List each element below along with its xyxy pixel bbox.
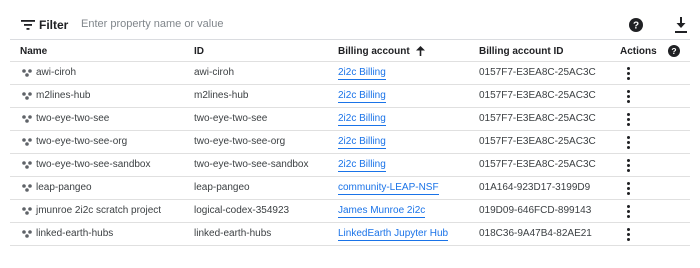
project-icon xyxy=(22,115,32,123)
column-header-id[interactable]: ID xyxy=(194,46,204,57)
billing-account-id: 018C36-9A47B4-82AE21 xyxy=(479,228,592,239)
filter-label: Filter xyxy=(39,18,69,32)
column-header-billing-account-label: Billing account xyxy=(338,46,410,57)
billing-account-link[interactable]: community-LEAP-NSF xyxy=(338,182,439,195)
project-icon xyxy=(22,138,32,146)
project-icon xyxy=(22,207,32,215)
billing-account-link[interactable]: 2i2c Billing xyxy=(338,90,386,103)
project-id: two-eye-two-see xyxy=(194,113,268,124)
table-row[interactable]: two-eye-two-see-sandbox two-eye-two-see-… xyxy=(10,154,690,177)
project-icon xyxy=(22,92,32,100)
billing-account-id: 0157F7-E3EA8C-25AC3C xyxy=(479,90,596,101)
billing-account-link[interactable]: 2i2c Billing xyxy=(338,159,386,172)
project-name: leap-pangeo xyxy=(36,182,92,193)
project-name: linked-earth-hubs xyxy=(36,228,114,239)
billing-account-link[interactable]: LinkedEarth Jupyter Hub xyxy=(338,228,449,241)
project-id: two-eye-two-see-sandbox xyxy=(194,159,309,170)
billing-account-id: 0157F7-E3EA8C-25AC3C xyxy=(479,113,596,124)
filter-icon[interactable] xyxy=(21,20,35,30)
project-name: two-eye-two-see-sandbox xyxy=(36,159,151,170)
billing-account-link[interactable]: 2i2c Billing xyxy=(338,136,386,149)
project-name: two-eye-two-see xyxy=(36,113,110,124)
table-row[interactable]: two-eye-two-see two-eye-two-see 2i2c Bil… xyxy=(10,108,690,131)
billing-account-id: 019D09-646FCD-899143 xyxy=(479,205,592,216)
more-vert-icon[interactable] xyxy=(627,90,631,103)
table-row[interactable]: linked-earth-hubs linked-earth-hubs Link… xyxy=(10,223,690,246)
column-header-name[interactable]: Name xyxy=(20,46,47,57)
arrow-up-icon[interactable] xyxy=(415,46,425,57)
project-icon xyxy=(22,161,32,169)
billing-account-link[interactable]: 2i2c Billing xyxy=(338,113,386,126)
project-icon xyxy=(22,230,32,238)
project-id: logical-codex-354923 xyxy=(194,205,290,216)
billing-account-id: 01A164-923D17-3199D9 xyxy=(479,182,591,193)
project-name: m2lines-hub xyxy=(36,90,91,101)
billing-account-link[interactable]: 2i2c Billing xyxy=(338,67,386,80)
project-id: linked-earth-hubs xyxy=(194,228,272,239)
more-vert-icon[interactable] xyxy=(627,159,631,172)
project-name: awi-ciroh xyxy=(36,67,77,78)
billing-account-id: 0157F7-E3EA8C-25AC3C xyxy=(479,67,596,78)
filter-bar: Filter ? xyxy=(10,10,690,40)
svg-text:?: ? xyxy=(633,21,639,32)
project-name: jmunroe 2i2c scratch project xyxy=(36,205,162,216)
download-icon[interactable] xyxy=(674,17,688,33)
projects-panel: Filter ? Name ID Billing account Billing… xyxy=(0,0,700,268)
help-icon[interactable]: ? xyxy=(629,18,643,32)
more-vert-icon[interactable] xyxy=(627,136,631,149)
table-row[interactable]: two-eye-two-see-org two-eye-two-see-org … xyxy=(10,131,690,154)
help-icon[interactable]: ? xyxy=(668,45,680,57)
project-id: m2lines-hub xyxy=(194,90,249,101)
filter-input[interactable] xyxy=(81,16,501,32)
column-header-actions: Actions xyxy=(620,46,657,57)
billing-account-id: 0157F7-E3EA8C-25AC3C xyxy=(479,136,596,147)
billing-account-id: 0157F7-E3EA8C-25AC3C xyxy=(479,159,596,170)
table-row[interactable]: awi-ciroh awi-ciroh 2i2c Billing 0157F7-… xyxy=(10,62,690,85)
column-header-billing-account-id[interactable]: Billing account ID xyxy=(479,46,563,57)
table-row[interactable]: jmunroe 2i2c scratch project logical-cod… xyxy=(10,200,690,223)
table-row[interactable]: m2lines-hub m2lines-hub 2i2c Billing 015… xyxy=(10,85,690,108)
column-header-billing-account[interactable]: Billing account xyxy=(338,46,425,57)
more-vert-icon[interactable] xyxy=(627,113,631,126)
project-id: leap-pangeo xyxy=(194,182,250,193)
project-name: two-eye-two-see-org xyxy=(36,136,128,147)
more-vert-icon[interactable] xyxy=(627,205,631,218)
project-id: awi-ciroh xyxy=(194,67,235,78)
more-vert-icon[interactable] xyxy=(627,228,631,241)
project-icon xyxy=(22,69,32,77)
billing-account-link[interactable]: James Munroe 2i2c xyxy=(338,205,426,218)
more-vert-icon[interactable] xyxy=(627,67,631,80)
project-icon xyxy=(22,184,32,192)
svg-text:?: ? xyxy=(671,46,676,56)
more-vert-icon[interactable] xyxy=(627,182,631,195)
table-header: Name ID Billing account Billing account … xyxy=(10,40,690,62)
table-row[interactable]: leap-pangeo leap-pangeo community-LEAP-N… xyxy=(10,177,690,200)
project-id: two-eye-two-see-org xyxy=(194,136,286,147)
